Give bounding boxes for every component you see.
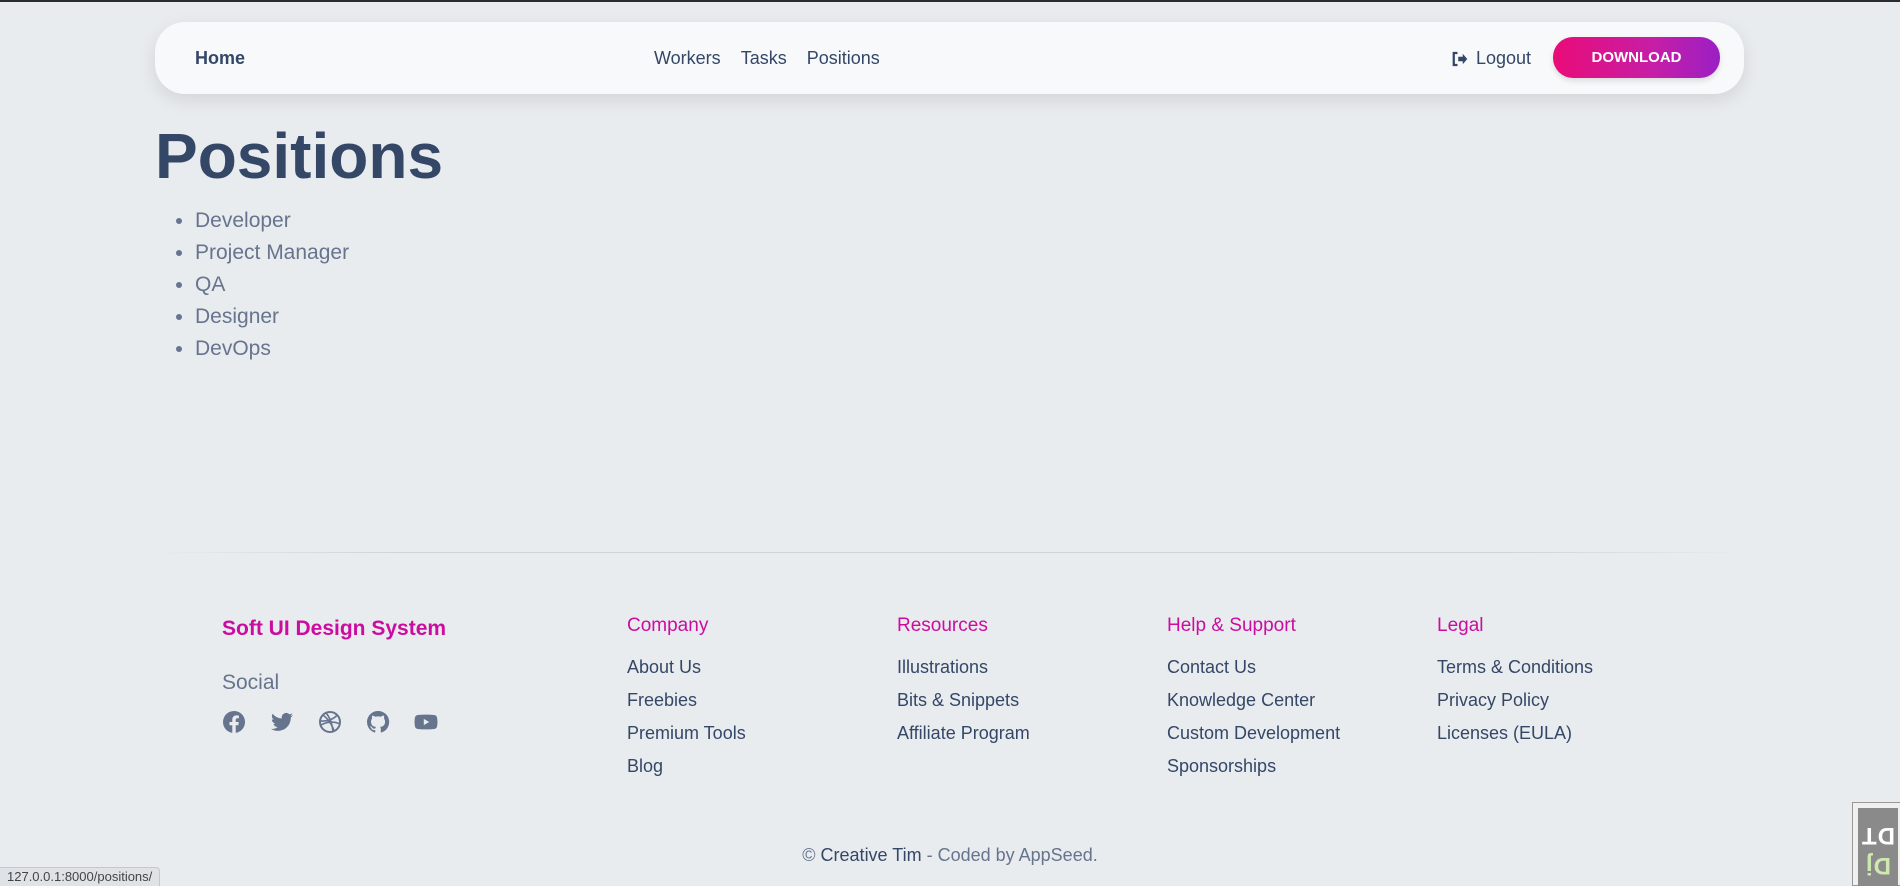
- navbar: Home Workers Tasks Positions Logout DOWN…: [155, 22, 1744, 94]
- footer-column-title: Help & Support: [1167, 615, 1296, 636]
- dribbble-icon[interactable]: [318, 710, 342, 734]
- footer-link-terms-conditions[interactable]: Terms & Conditions: [1437, 651, 1593, 684]
- footer-column-title: Company: [627, 615, 709, 636]
- logout-label: Logout: [1476, 48, 1532, 68]
- nav-links: Workers Tasks Positions: [654, 48, 880, 69]
- facebook-icon[interactable]: [222, 710, 246, 734]
- download-button[interactable]: DOWNLOAD: [1553, 37, 1720, 78]
- copyright: © Creative Tim - Coded by AppSeed.: [0, 845, 1900, 866]
- footer-link-bits-snippets[interactable]: Bits & Snippets: [897, 684, 1030, 717]
- footer-column-legal: Legal Terms & Conditions Privacy Policy …: [1437, 615, 1593, 750]
- list-item: Designer: [195, 301, 349, 333]
- footer-link-sponsorships[interactable]: Sponsorships: [1167, 750, 1340, 783]
- page-title: Positions: [155, 120, 444, 192]
- footer-link-premium-tools[interactable]: Premium Tools: [627, 717, 746, 750]
- djdt-label-dt: DT: [1861, 821, 1895, 849]
- copyright-suffix: - Coded by AppSeed.: [926, 845, 1098, 865]
- github-icon[interactable]: [366, 710, 390, 734]
- list-item: Project Manager: [195, 237, 349, 269]
- nav-link-tasks[interactable]: Tasks: [741, 48, 787, 69]
- browser-top-border: [0, 0, 1900, 2]
- djdt-logo: DjDT: [1858, 808, 1898, 886]
- footer-column-company: Company About Us Freebies Premium Tools …: [627, 615, 746, 783]
- footer-link-freebies[interactable]: Freebies: [627, 684, 746, 717]
- footer-link-illustrations[interactable]: Illustrations: [897, 651, 1030, 684]
- footer-column-title: Legal: [1437, 615, 1484, 636]
- positions-list: Developer Project Manager QA Designer De…: [195, 205, 349, 365]
- browser-status-url: 127.0.0.1:8000/positions/: [0, 867, 161, 886]
- footer-link-about-us[interactable]: About Us: [627, 651, 746, 684]
- footer-column-resources: Resources Illustrations Bits & Snippets …: [897, 615, 1030, 750]
- logout-icon: [1452, 51, 1468, 66]
- footer-link-affiliate-program[interactable]: Affiliate Program: [897, 717, 1030, 750]
- footer-divider: [150, 552, 1750, 553]
- social-icons: [222, 710, 438, 734]
- django-debug-toolbar-handle[interactable]: DjDT: [1852, 802, 1900, 886]
- creative-tim-link[interactable]: Creative Tim: [821, 845, 922, 865]
- youtube-icon[interactable]: [414, 710, 438, 734]
- nav-link-workers[interactable]: Workers: [654, 48, 721, 69]
- footer-column-help-support: Help & Support Contact Us Knowledge Cent…: [1167, 615, 1340, 783]
- list-item: QA: [195, 269, 349, 301]
- djdt-label-dj: Dj: [1865, 851, 1891, 879]
- footer-link-contact-us[interactable]: Contact Us: [1167, 651, 1340, 684]
- social-title: Social: [222, 671, 280, 694]
- logout-link[interactable]: Logout: [1450, 48, 1531, 69]
- footer-link-privacy-policy[interactable]: Privacy Policy: [1437, 684, 1593, 717]
- nav-link-positions[interactable]: Positions: [807, 48, 880, 69]
- twitter-icon[interactable]: [270, 710, 294, 734]
- footer-link-custom-development[interactable]: Custom Development: [1167, 717, 1340, 750]
- copyright-symbol: ©: [802, 845, 816, 865]
- footer-link-blog[interactable]: Blog: [627, 750, 746, 783]
- footer-column-title: Resources: [897, 615, 988, 636]
- footer-link-knowledge-center[interactable]: Knowledge Center: [1167, 684, 1340, 717]
- footer-link-licenses[interactable]: Licenses (EULA): [1437, 717, 1593, 750]
- footer-brand: Soft UI Design System: [222, 617, 447, 640]
- list-item: Developer: [195, 205, 349, 237]
- nav-home-link[interactable]: Home: [195, 48, 245, 69]
- list-item: DevOps: [195, 333, 349, 365]
